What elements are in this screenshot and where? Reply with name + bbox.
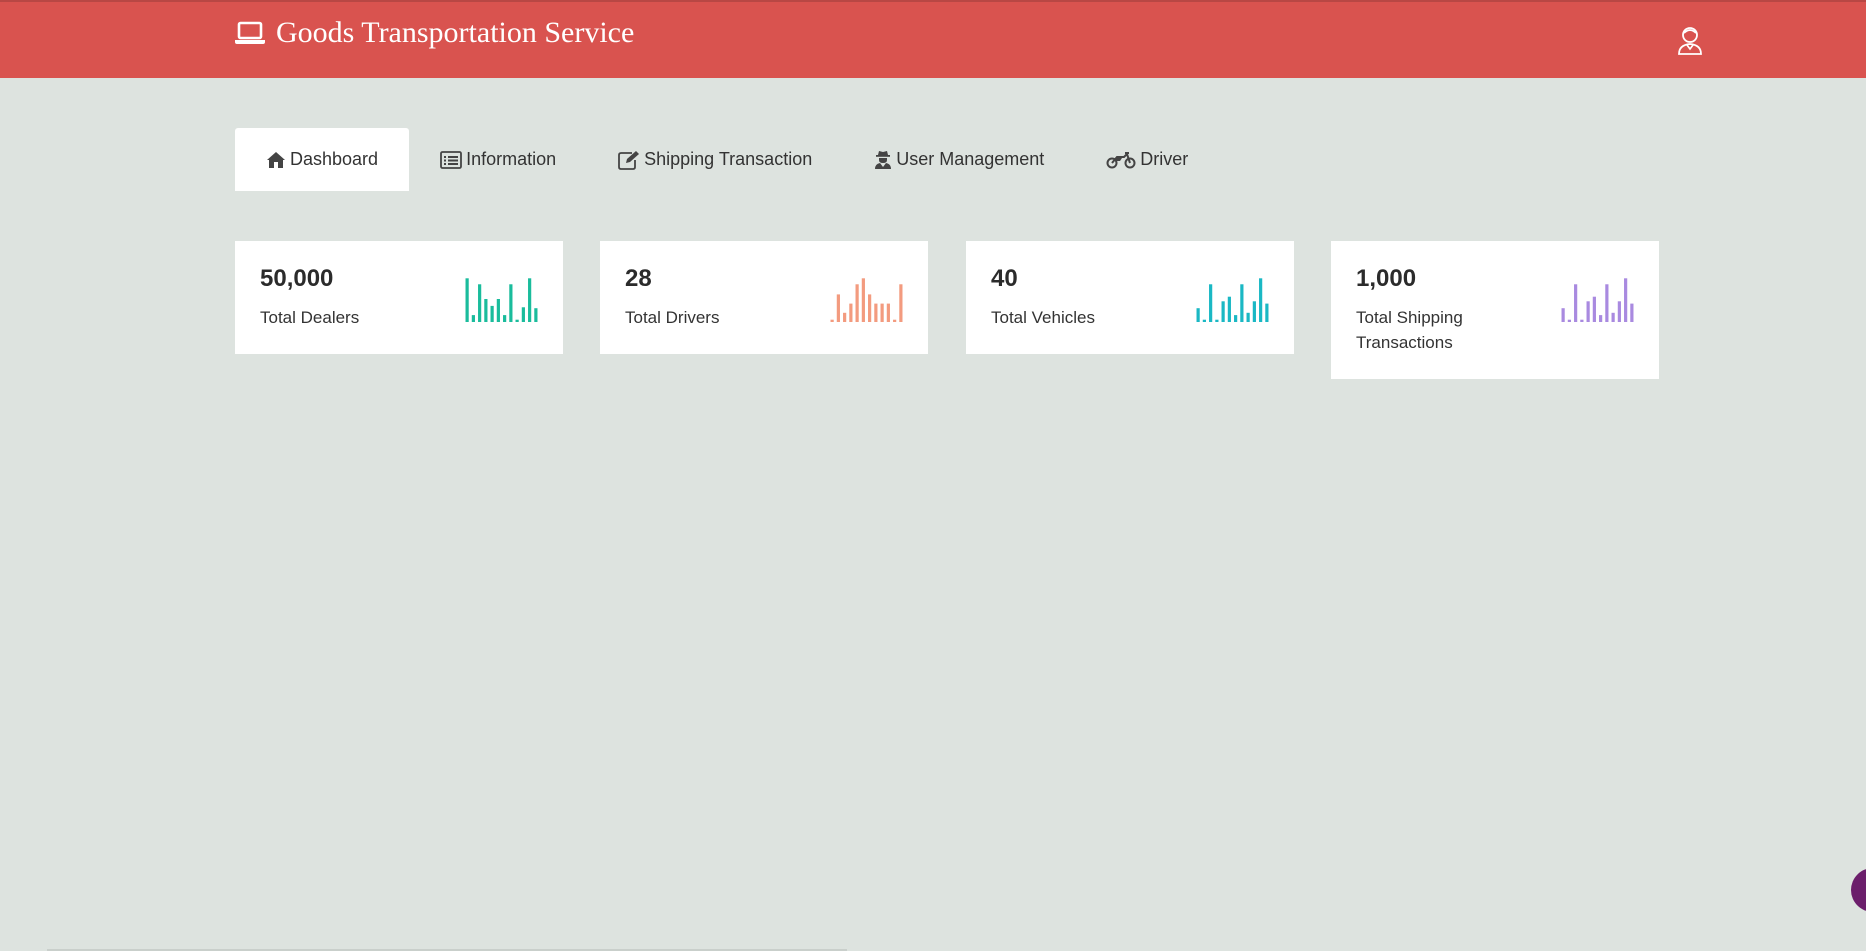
edit-icon [618,150,640,170]
sparkline-bar [534,308,538,322]
top-navbar: Goods Transportation Service [0,0,1866,78]
sparkline-bar [1196,308,1200,322]
sparkline-bar [874,303,878,322]
sparkline-bar [1259,278,1263,322]
tab-information[interactable]: Information [409,128,587,191]
sparkline-bar [1209,284,1213,322]
sparkline-bar-chart [1196,278,1269,322]
sparkline-bar [496,299,500,322]
sparkline-bar [1561,308,1565,322]
sparkline-bar [503,315,507,322]
sparkline-bar [484,299,488,322]
sparkline-bar [1592,296,1596,322]
sparkline-bar-chart [1561,278,1634,322]
sparkline-bar [886,303,890,322]
sparkline-bar [1574,284,1578,322]
app-title: Goods Transportation Service [276,16,635,49]
sparkline-bar [509,284,513,322]
sparkline-bar [1227,296,1231,322]
sparkline-bar [465,278,469,322]
sparkline-bar [1605,284,1609,322]
sparkline-bar [1240,284,1244,322]
sparkline-bar-chart [830,278,903,322]
stat-card-drivers: 28 Total Drivers [600,241,928,354]
sparkline-bar [515,319,519,322]
sparkline-bar [1265,303,1269,322]
stat-card-vehicles: 40 Total Vehicles [966,241,1294,354]
brand-link[interactable]: Goods Transportation Service [234,16,634,50]
sparkline-bar [1221,301,1225,322]
sparkline-bar [1611,312,1615,322]
sparkline-bar-chart [465,278,538,322]
sparkline-bar [1617,301,1621,322]
tab-dashboard[interactable]: Dashboard [235,128,410,191]
stat-label: Total Shipping Transactions [1356,308,1463,352]
user-secret-icon [875,150,892,169]
sparkline-bar [1586,301,1590,322]
sparkline-bar [1580,319,1584,322]
sparkline-bar [843,312,847,322]
home-icon [267,151,285,168]
sparkline-bar [490,305,494,322]
sparkline-bar [471,315,475,322]
tab-driver[interactable]: Driver [1075,128,1219,191]
sparkline-bar [1252,301,1256,322]
stat-card-shipping-transactions: 1,000 Total Shipping Transactions [1331,241,1659,379]
sparkline-bar [478,284,482,322]
tab-shipping-transaction[interactable]: Shipping Transaction [587,128,843,191]
sparkline-bar [1630,303,1634,322]
user-avatar-icon[interactable] [1676,24,1704,56]
tab-label: Driver [1140,149,1189,169]
stat-label: Total Drivers [625,308,720,327]
sparkline-bar [849,303,853,322]
sparkline-bar [521,307,525,322]
sparkline-bar [861,278,865,322]
chat-widget-button[interactable] [1851,868,1866,912]
stat-label: Total Dealers [260,308,360,327]
sparkline-bar [893,319,897,322]
stat-label: Total Vehicles [991,308,1095,327]
sparkline-bar [868,294,872,322]
list-alt-icon [440,150,462,169]
sparkline-bar [830,319,834,322]
tab-label: Shipping Transaction [644,149,813,169]
sparkline-bar [899,284,903,322]
sparkline-bar [1234,315,1238,322]
motorcycle-icon [1106,151,1136,168]
stat-card-dealers: 50,000 Total Dealers [235,241,563,354]
sparkline-bar [855,284,859,322]
tab-label: Dashboard [290,149,379,169]
main-tabs: Dashboard Information Shipping Transacti… [235,128,1219,191]
sparkline-bar [1246,312,1250,322]
sparkline-bar [1624,278,1628,322]
sparkline-bar [1567,319,1571,322]
tab-label: Information [466,149,557,169]
sparkline-bar [836,294,840,322]
tab-user-management[interactable]: User Management [843,128,1075,191]
tab-label: User Management [896,149,1045,169]
sparkline-bar [1215,319,1219,322]
sparkline-bar [528,278,532,322]
sparkline-bar [880,303,884,322]
sparkline-bar [1599,315,1603,322]
laptop-icon [235,21,265,44]
sparkline-bar [1202,319,1206,322]
